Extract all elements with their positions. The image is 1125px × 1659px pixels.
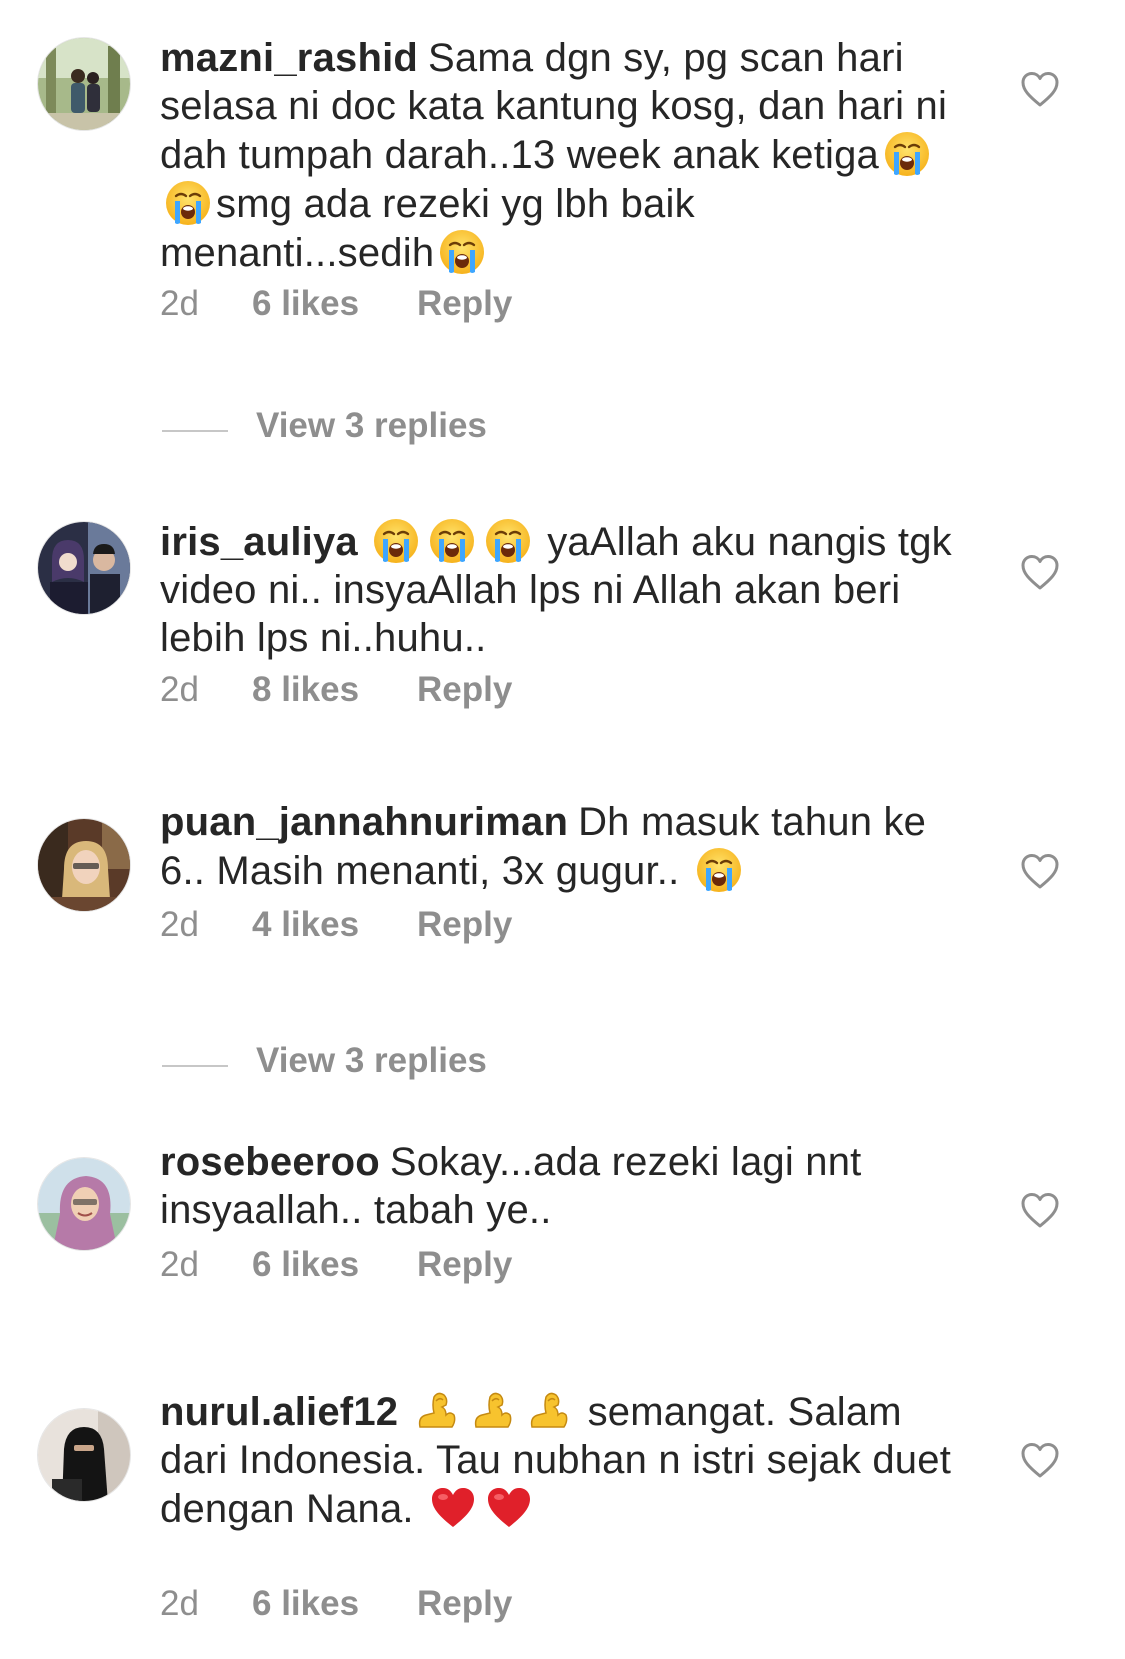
comment-likes[interactable]: 6 likes bbox=[252, 1584, 417, 1624]
view-replies-button[interactable]: View 3 replies bbox=[162, 406, 562, 456]
woman-hijab-avatar-icon bbox=[38, 819, 130, 911]
avatar[interactable] bbox=[37, 1157, 131, 1251]
comment-text: iris_auliya yaAllah aku nangis tgk video… bbox=[160, 517, 960, 662]
comment-meta: 2d 6 likes Reply bbox=[160, 1245, 512, 1285]
replies-divider bbox=[162, 430, 228, 432]
view-replies-label: View 3 replies bbox=[256, 406, 487, 445]
view-replies-button[interactable]: View 3 replies bbox=[162, 1041, 562, 1091]
comment-text: rosebeeroo Sokay...ada rezeki lagi nnt in… bbox=[160, 1138, 960, 1234]
comment-username[interactable]: iris_auliya bbox=[160, 520, 358, 564]
heart-icon[interactable] bbox=[1020, 852, 1060, 892]
loudly-crying-face-icon bbox=[484, 517, 532, 565]
avatar[interactable] bbox=[37, 818, 131, 912]
comment-meta: 2d 6 likes Reply bbox=[160, 1584, 512, 1624]
avatar[interactable] bbox=[37, 1408, 131, 1502]
comment-likes[interactable]: 6 likes bbox=[252, 284, 417, 324]
flexed-biceps-icon bbox=[412, 1387, 460, 1435]
comment-likes[interactable]: 8 likes bbox=[252, 670, 417, 710]
comment-timestamp: 2d bbox=[160, 1245, 199, 1284]
flexed-biceps-icon bbox=[468, 1387, 516, 1435]
heart-icon[interactable] bbox=[1020, 70, 1060, 110]
comment-text: nurul.alief12 semangat. Salam dari Indon… bbox=[160, 1387, 960, 1533]
loudly-crying-face-icon bbox=[164, 179, 212, 227]
loudly-crying-face-icon bbox=[372, 517, 420, 565]
reply-button[interactable]: Reply bbox=[417, 670, 512, 710]
couple-outdoor-avatar-icon bbox=[38, 38, 130, 130]
comment-timestamp: 2d bbox=[160, 905, 199, 944]
comment-likes[interactable]: 6 likes bbox=[252, 1245, 417, 1285]
loudly-crying-face-icon bbox=[883, 130, 931, 178]
view-replies-label: View 3 replies bbox=[256, 1041, 487, 1080]
heart-icon[interactable] bbox=[1020, 1441, 1060, 1481]
woman-purple-hijab-avatar-icon bbox=[38, 1158, 130, 1250]
loudly-crying-face-icon bbox=[695, 846, 743, 894]
replies-divider bbox=[162, 1065, 228, 1067]
couple-dark-avatar-icon bbox=[38, 522, 130, 614]
comment-text-part: smg ada rezeki yg lbh baik menanti...sed… bbox=[160, 182, 695, 275]
flexed-biceps-icon bbox=[524, 1387, 572, 1435]
comment-meta: 2d 6 likes Reply bbox=[160, 284, 512, 324]
comment-text: mazni_rashid Sama dgn sy, pg scan hari se… bbox=[160, 34, 960, 277]
loudly-crying-face-icon bbox=[428, 517, 476, 565]
comment-timestamp: 2d bbox=[160, 670, 199, 709]
comment-username[interactable]: puan_jannahnuriman bbox=[160, 800, 568, 844]
red-heart-icon bbox=[429, 1484, 477, 1532]
reply-button[interactable]: Reply bbox=[417, 1245, 512, 1285]
comment-username[interactable]: rosebeeroo bbox=[160, 1140, 380, 1184]
comment-likes[interactable]: 4 likes bbox=[252, 905, 417, 945]
comment-username[interactable]: mazni_rashid bbox=[160, 36, 418, 80]
reply-button[interactable]: Reply bbox=[417, 284, 512, 324]
reply-button[interactable]: Reply bbox=[417, 905, 512, 945]
reply-button[interactable]: Reply bbox=[417, 1584, 512, 1624]
comment-meta: 2d 4 likes Reply bbox=[160, 905, 512, 945]
comment-timestamp: 2d bbox=[160, 284, 199, 323]
comment-text: puan_jannahnuriman Dh masuk tahun ke 6.. … bbox=[160, 798, 960, 895]
heart-icon[interactable] bbox=[1020, 1191, 1060, 1231]
avatar[interactable] bbox=[37, 521, 131, 615]
comment-meta: 2d 8 likes Reply bbox=[160, 670, 512, 710]
avatar[interactable] bbox=[37, 37, 131, 131]
niqab-avatar-icon bbox=[38, 1409, 130, 1501]
red-heart-icon bbox=[485, 1484, 533, 1532]
comment-username[interactable]: nurul.alief12 bbox=[160, 1390, 398, 1434]
heart-icon[interactable] bbox=[1020, 553, 1060, 593]
comment-timestamp: 2d bbox=[160, 1584, 199, 1623]
loudly-crying-face-icon bbox=[438, 228, 486, 276]
